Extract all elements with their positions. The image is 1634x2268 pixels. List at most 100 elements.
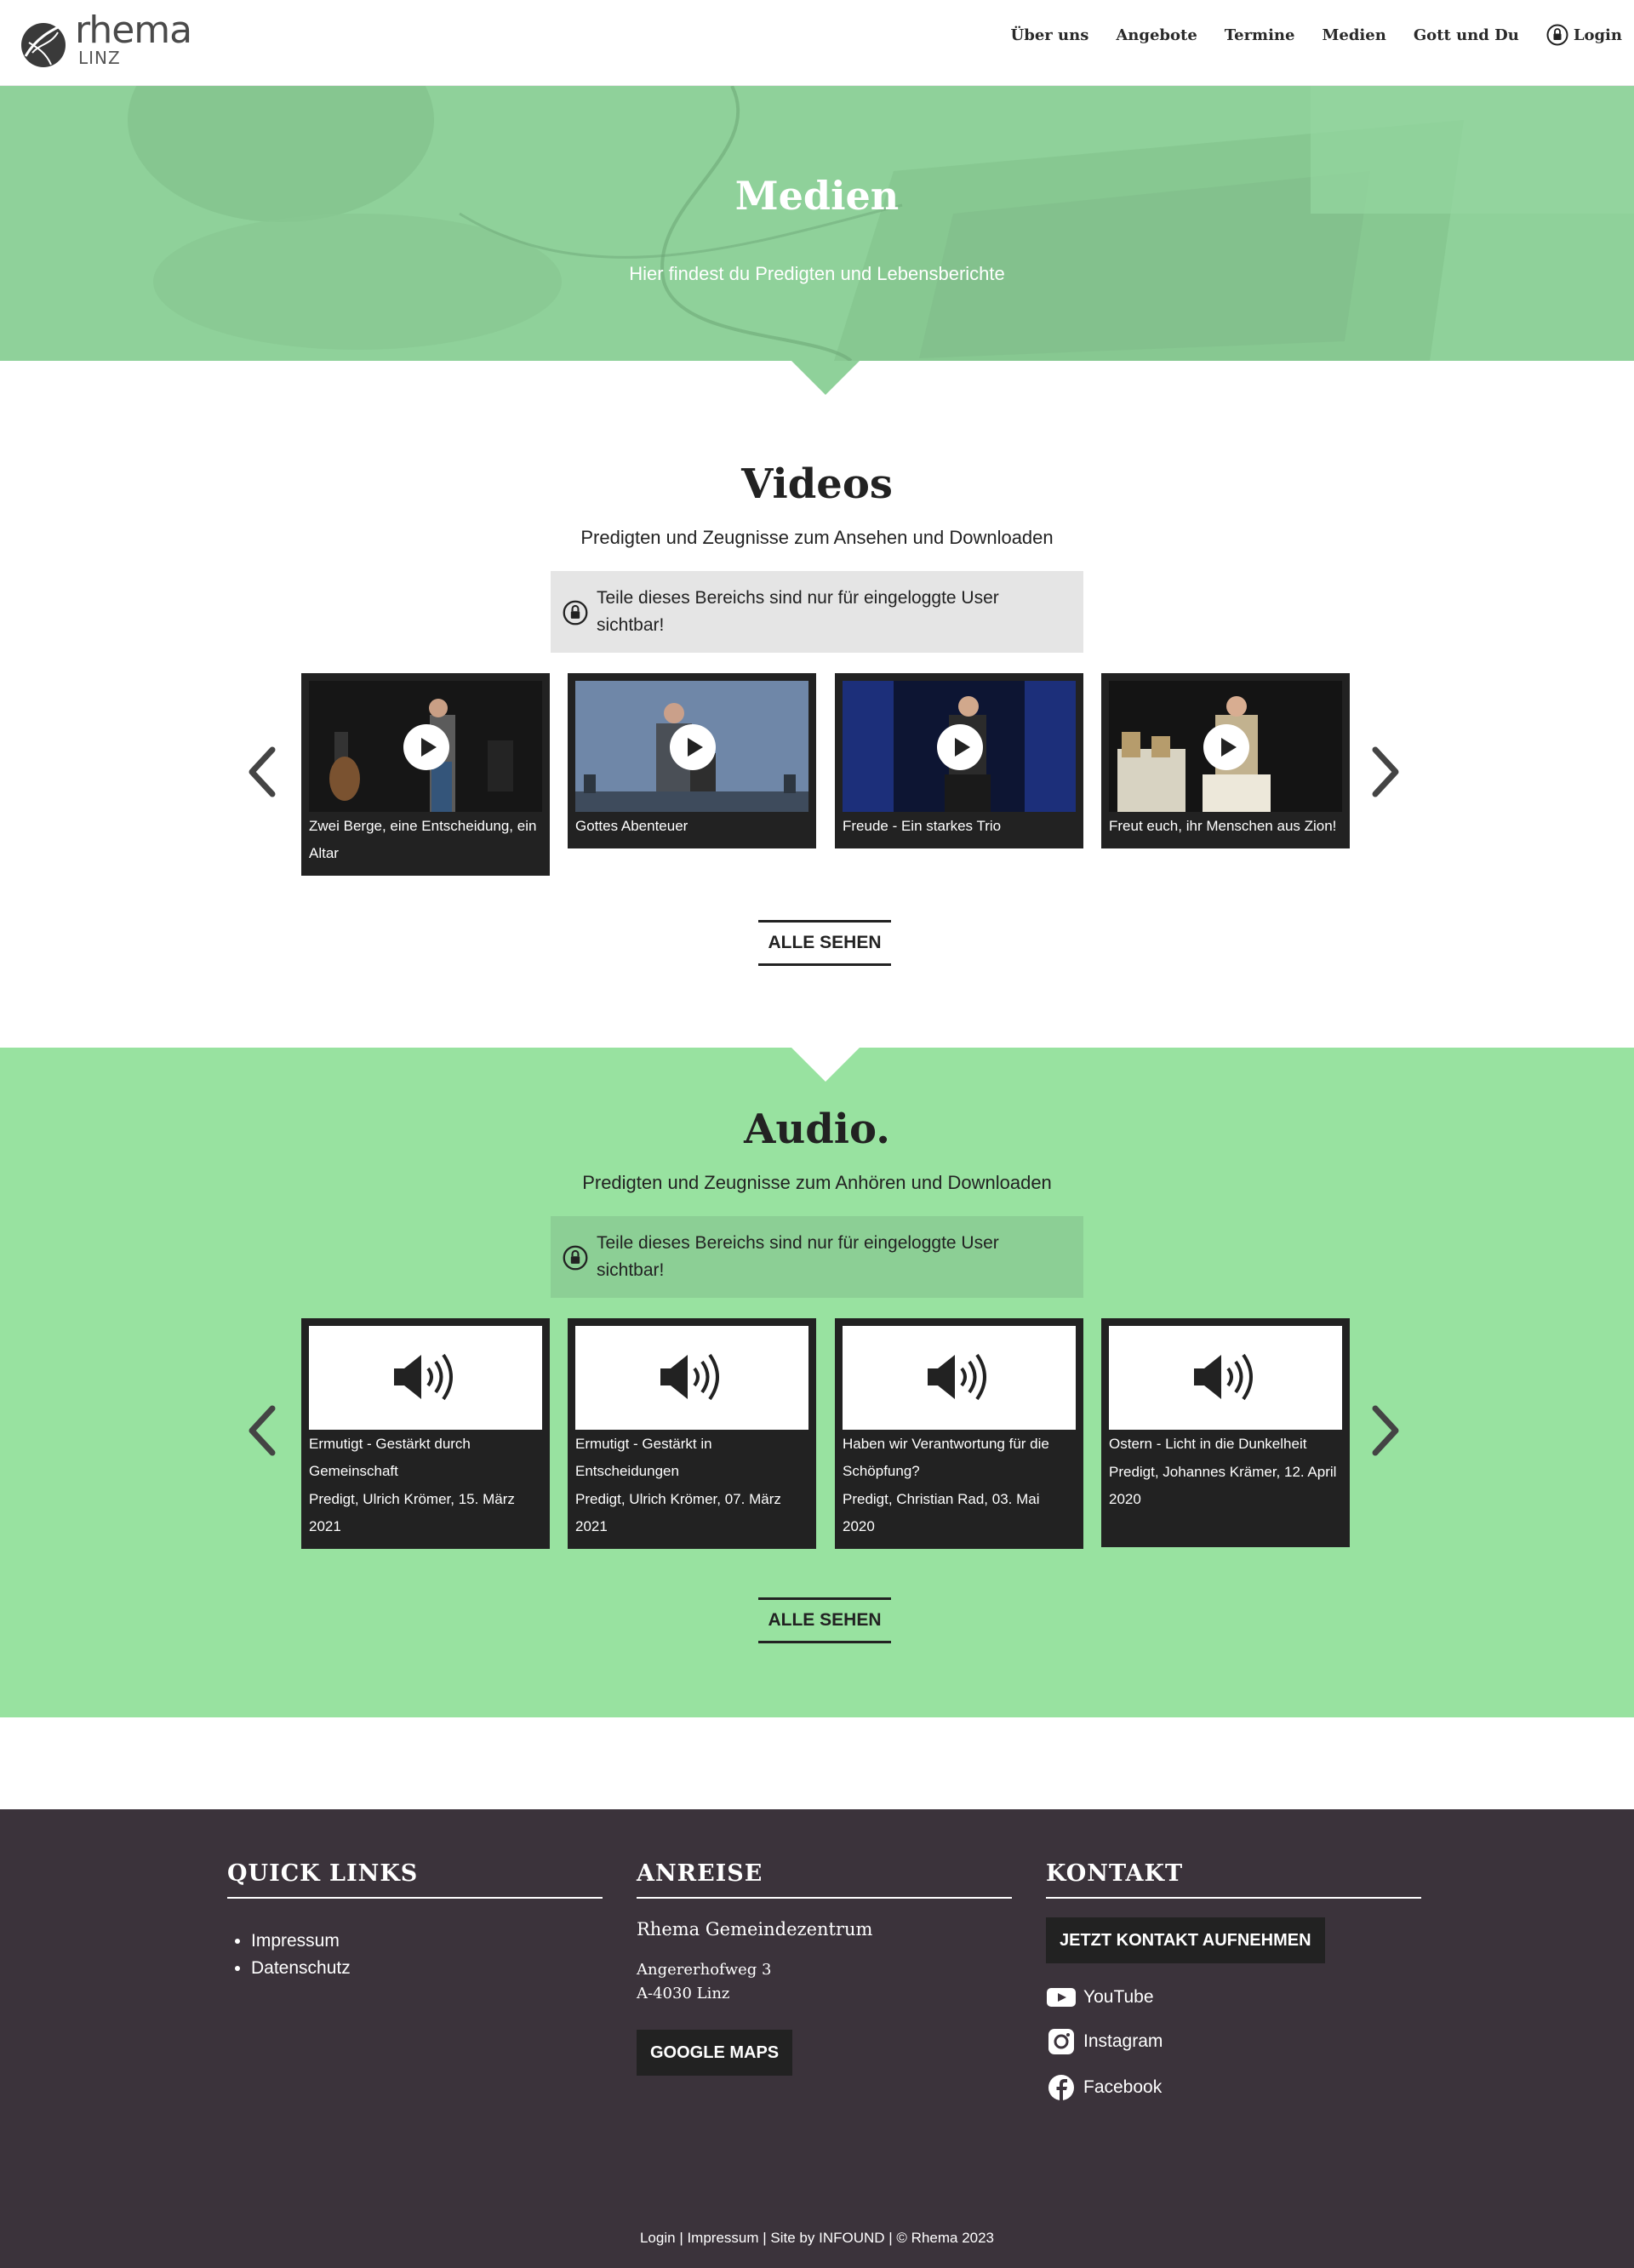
audio-see-all-button[interactable]: ALLE SEHEN bbox=[758, 1597, 891, 1643]
instagram-icon bbox=[1048, 2029, 1074, 2054]
video-thumbnail bbox=[309, 681, 542, 812]
audio-card[interactable]: Haben wir Verantwortung für die Schöpfun… bbox=[835, 1318, 1083, 1549]
audio-title: Haben wir Verantwortung für die Schöpfun… bbox=[843, 1436, 1049, 1479]
video-card[interactable]: Freude - Ein starkes Trio bbox=[835, 673, 1083, 848]
audio-thumbnail bbox=[575, 1326, 808, 1430]
site-footer: QUICK LINKS Impressum Datenschutz ANREIS… bbox=[0, 1809, 1634, 2268]
speaker-icon bbox=[394, 1353, 453, 1401]
footer-link-impressum[interactable]: Impressum bbox=[251, 1928, 603, 1955]
youtube-icon bbox=[1047, 1988, 1076, 2007]
address: Angererhofweg 3 A-4030 Linz bbox=[637, 1958, 1012, 2006]
video-card[interactable]: Freut euch, ihr Menschen aus Zion! bbox=[1101, 673, 1350, 848]
footer-bottom-bar: Login | Impressum | Site by INFOUND | © … bbox=[639, 2230, 995, 2246]
social-facebook-label: Facebook bbox=[1083, 2077, 1163, 2097]
video-title: Freut euch, ihr Menschen aus Zion! bbox=[1109, 818, 1337, 834]
social-youtube-label: YouTube bbox=[1083, 1987, 1154, 2007]
speaker-icon bbox=[1194, 1353, 1253, 1401]
chevron-left-icon[interactable] bbox=[242, 745, 284, 799]
audio-login-notice: Teile dieses Bereichs sind nur für einge… bbox=[551, 1216, 1083, 1298]
facebook-icon bbox=[1048, 2075, 1074, 2100]
main-nav: Über uns Angebote Termine Medien Gott un… bbox=[984, 24, 1622, 46]
hero-subtitle: Hier findest du Predigten und Lebensberi… bbox=[629, 263, 1005, 284]
audio-card[interactable]: Ermutigt - Gestärkt in Entscheidungen Pr… bbox=[568, 1318, 816, 1549]
play-icon[interactable] bbox=[1203, 724, 1249, 770]
nav-gott-und-du[interactable]: Gott und Du bbox=[1414, 26, 1519, 44]
audio-title: Ermutigt - Gestärkt durch Gemeinschaft bbox=[309, 1436, 471, 1479]
audio-section: Audio. Predigten und Zeugnisse zum Anhör… bbox=[0, 1048, 1634, 1717]
videos-login-notice: Teile dieses Bereichs sind nur für einge… bbox=[551, 571, 1083, 653]
nav-medien[interactable]: Medien bbox=[1322, 26, 1385, 44]
videos-notice-text: Teile dieses Bereichs sind nur für einge… bbox=[597, 588, 999, 635]
speaker-icon bbox=[928, 1353, 986, 1401]
speaker-icon bbox=[660, 1353, 719, 1401]
nav-login-label: Login bbox=[1573, 26, 1622, 44]
chevron-right-icon[interactable] bbox=[1363, 1403, 1406, 1458]
videos-section: Videos Predigten und Zeugnisse zum Anseh… bbox=[0, 361, 1634, 1048]
logo-leaf-icon bbox=[21, 20, 69, 67]
play-icon[interactable] bbox=[403, 724, 449, 770]
videos-title: Videos bbox=[741, 460, 893, 508]
hero-title: Medien bbox=[734, 173, 900, 219]
video-thumbnail bbox=[1109, 681, 1342, 812]
lock-icon bbox=[563, 1245, 588, 1271]
kontakt-heading: KONTAKT bbox=[1046, 1860, 1421, 1899]
footer-kontakt: KONTAKT JETZT KONTAKT AUFNEHMEN YouTube … bbox=[1046, 1860, 1421, 2101]
rhema-logo[interactable]: rhema LINZ bbox=[20, 9, 199, 68]
audio-card[interactable]: Ermutigt - Gestärkt durch Gemeinschaft P… bbox=[301, 1318, 550, 1549]
videos-subtitle: Predigten und Zeugnisse zum Ansehen und … bbox=[580, 527, 1054, 548]
audio-thumbnail bbox=[1109, 1326, 1342, 1430]
play-icon[interactable] bbox=[937, 724, 983, 770]
footer-quick-links: QUICK LINKS Impressum Datenschutz bbox=[227, 1860, 603, 1982]
place-name: Rhema Gemeindezentrum bbox=[637, 1919, 873, 1940]
social-youtube[interactable]: YouTube bbox=[1046, 1985, 1421, 2009]
video-card[interactable]: Zwei Berge, eine Entscheidung, ein Altar bbox=[301, 673, 550, 876]
audio-notice-text: Teile dieses Bereichs sind nur für einge… bbox=[597, 1233, 999, 1280]
footer-bottom-site-by[interactable]: Site by INFOUND bbox=[770, 2230, 884, 2246]
anreise-heading: ANREISE bbox=[637, 1860, 1012, 1899]
video-title: Zwei Berge, eine Entscheidung, ein Altar bbox=[309, 818, 537, 861]
contact-button[interactable]: JETZT KONTAKT AUFNEHMEN bbox=[1046, 1917, 1325, 1963]
hero-banner: Medien Hier findest du Predigten und Leb… bbox=[0, 86, 1634, 361]
site-header: rhema LINZ Über uns Angebote Termine Med… bbox=[0, 0, 1634, 86]
nav-login[interactable]: Login bbox=[1546, 24, 1622, 46]
play-icon[interactable] bbox=[670, 724, 716, 770]
logo-subtitle: LINZ bbox=[78, 48, 121, 68]
address-city: A-4030 Linz bbox=[637, 1985, 730, 2002]
videos-carousel: Zwei Berge, eine Entscheidung, ein Altar… bbox=[0, 673, 1634, 877]
google-maps-button[interactable]: GOOGLE MAPS bbox=[637, 2030, 793, 2076]
social-instagram[interactable]: Instagram bbox=[1046, 2028, 1421, 2055]
footer-anreise: ANREISE Rhema Gemeindezentrum Angererhof… bbox=[637, 1860, 1012, 2076]
video-thumbnail bbox=[575, 681, 808, 812]
video-thumbnail bbox=[843, 681, 1076, 812]
lock-icon bbox=[563, 600, 588, 626]
audio-card[interactable]: Ostern - Licht in die Dunkelheit Predigt… bbox=[1101, 1318, 1350, 1547]
logo-wordmark: rhema bbox=[75, 9, 192, 52]
footer-bottom-login[interactable]: Login bbox=[640, 2230, 676, 2246]
audio-meta: Predigt, Ulrich Krömer, 15. März 2021 bbox=[309, 1491, 515, 1534]
audio-title: Ermutigt - Gestärkt in Entscheidungen bbox=[575, 1436, 712, 1479]
videos-see-all-button[interactable]: ALLE SEHEN bbox=[758, 920, 891, 966]
video-title: Freude - Ein starkes Trio bbox=[843, 818, 1002, 834]
footer-link-datenschutz[interactable]: Datenschutz bbox=[251, 1955, 603, 1982]
footer-bottom-copyright: © Rhema 2023 bbox=[896, 2230, 995, 2246]
audio-carousel: Ermutigt - Gestärkt durch Gemeinschaft P… bbox=[0, 1318, 1634, 1549]
nav-termine[interactable]: Termine bbox=[1225, 26, 1295, 44]
audio-title: Ostern - Licht in die Dunkelheit bbox=[1109, 1436, 1307, 1452]
social-facebook[interactable]: Facebook bbox=[1046, 2074, 1421, 2101]
chevron-right-icon[interactable] bbox=[1363, 745, 1406, 799]
nav-angebote[interactable]: Angebote bbox=[1116, 26, 1197, 44]
audio-thumbnail bbox=[309, 1326, 542, 1430]
audio-meta: Predigt, Johannes Krämer, 12. April 2020 bbox=[1109, 1464, 1337, 1507]
address-street: Angererhofweg 3 bbox=[637, 1961, 772, 1979]
audio-subtitle: Predigten und Zeugnisse zum Anhören und … bbox=[582, 1172, 1052, 1193]
nav-ueber-uns[interactable]: Über uns bbox=[1011, 26, 1089, 44]
lock-icon bbox=[1546, 24, 1568, 46]
footer-bottom-impressum[interactable]: Impressum bbox=[687, 2230, 758, 2246]
audio-thumbnail bbox=[843, 1326, 1076, 1430]
audio-meta: Predigt, Christian Rad, 03. Mai 2020 bbox=[843, 1491, 1040, 1534]
video-title: Gottes Abenteuer bbox=[575, 818, 688, 834]
video-card[interactable]: Gottes Abenteuer bbox=[568, 673, 816, 848]
social-instagram-label: Instagram bbox=[1083, 2031, 1163, 2051]
chevron-left-icon[interactable] bbox=[242, 1403, 284, 1458]
audio-arrow bbox=[791, 1048, 860, 1082]
